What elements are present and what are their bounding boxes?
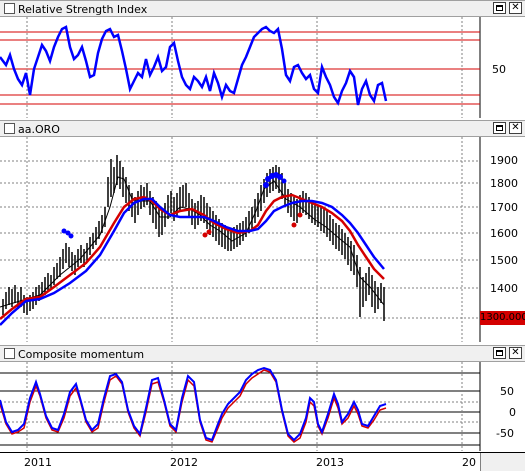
restore-icon xyxy=(496,125,503,131)
rsi-title: Relative Strength Index xyxy=(4,2,147,16)
sell-dot xyxy=(202,232,208,238)
pane-icon xyxy=(4,348,15,359)
time-label-2011: 2011 xyxy=(24,456,52,469)
price-axis-1700: 1700 xyxy=(490,201,518,214)
momentum-axis-minus-50: -50 xyxy=(496,427,514,440)
time-label-20: 20 xyxy=(462,456,476,469)
rsi-pane: Relative Strength Index ✕ 50 xyxy=(0,0,525,118)
price-title-text: aa.ORO xyxy=(18,123,60,136)
rsi-chart: 50 xyxy=(0,17,506,118)
rsi-titlebar: Relative Strength Index ✕ xyxy=(0,0,525,17)
price-chart: 1900 1800 1700 1600 1500 1400 xyxy=(0,137,518,342)
price-axis-1400: 1400 xyxy=(490,282,518,295)
momentum-titlebar: Composite momentum ✕ xyxy=(0,345,525,362)
rsi-title-text: Relative Strength Index xyxy=(18,3,148,16)
price-title: aa.ORO xyxy=(4,122,60,136)
rsi-axis-50: 50 xyxy=(492,63,506,76)
price-pane: aa.ORO ✕ 1900 1800 1700 1600 1500 1400 1… xyxy=(0,120,525,342)
price-axis-1900: 1900 xyxy=(490,154,518,167)
restore-icon xyxy=(496,350,503,356)
buy-dot xyxy=(281,178,287,184)
pane-icon xyxy=(4,123,15,134)
restore-icon xyxy=(496,5,503,11)
momentum-close-button[interactable]: ✕ xyxy=(509,347,522,359)
momentum-axis-0: 0 xyxy=(509,406,516,419)
price-restore-button[interactable] xyxy=(493,122,506,134)
buy-dot xyxy=(263,182,269,188)
momentum-restore-button[interactable] xyxy=(493,347,506,359)
price-axis-1500: 1500 xyxy=(490,254,518,267)
sell-dot xyxy=(291,222,297,228)
rsi-restore-button[interactable] xyxy=(493,2,506,14)
momentum-title: Composite momentum xyxy=(4,347,144,361)
sell-dot xyxy=(206,229,212,235)
price-close-button[interactable]: ✕ xyxy=(509,122,522,134)
pane-icon xyxy=(4,3,15,14)
momentum-pane: Composite momentum ✕ 50 0 -50 xyxy=(0,345,525,451)
momentum-title-text: Composite momentum xyxy=(18,348,145,361)
momentum-chart: 50 0 -50 xyxy=(0,362,516,451)
price-axis-1800: 1800 xyxy=(490,177,518,190)
price-titlebar: aa.ORO ✕ xyxy=(0,120,525,137)
buy-dot xyxy=(68,233,74,239)
buy-dot xyxy=(277,174,283,180)
price-axis-1600: 1600 xyxy=(490,227,518,240)
momentum-axis-50: 50 xyxy=(500,385,514,398)
last-price-badge: 1300.000 xyxy=(480,311,525,325)
sell-dot xyxy=(297,212,303,218)
time-axis: 2011 2012 2013 20 xyxy=(0,452,525,471)
rsi-close-button[interactable]: ✕ xyxy=(509,2,522,14)
time-label-2013: 2013 xyxy=(316,456,344,469)
time-axis-corner xyxy=(480,453,525,471)
time-label-2012: 2012 xyxy=(170,456,198,469)
